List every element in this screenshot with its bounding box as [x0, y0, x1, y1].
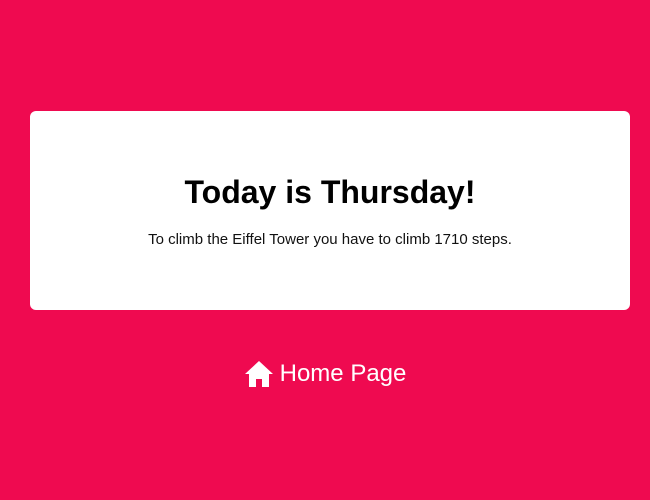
page: Today is Thursday! To climb the Eiffel T… [0, 0, 650, 500]
info-card: Today is Thursday! To climb the Eiffel T… [30, 111, 630, 310]
card-title: Today is Thursday! [184, 174, 476, 210]
home-page-link[interactable]: Home Page [0, 359, 650, 389]
card-text: To climb the Eiffel Tower you have to cl… [148, 231, 512, 248]
home-icon [244, 360, 274, 388]
home-link-label: Home Page [279, 360, 407, 387]
